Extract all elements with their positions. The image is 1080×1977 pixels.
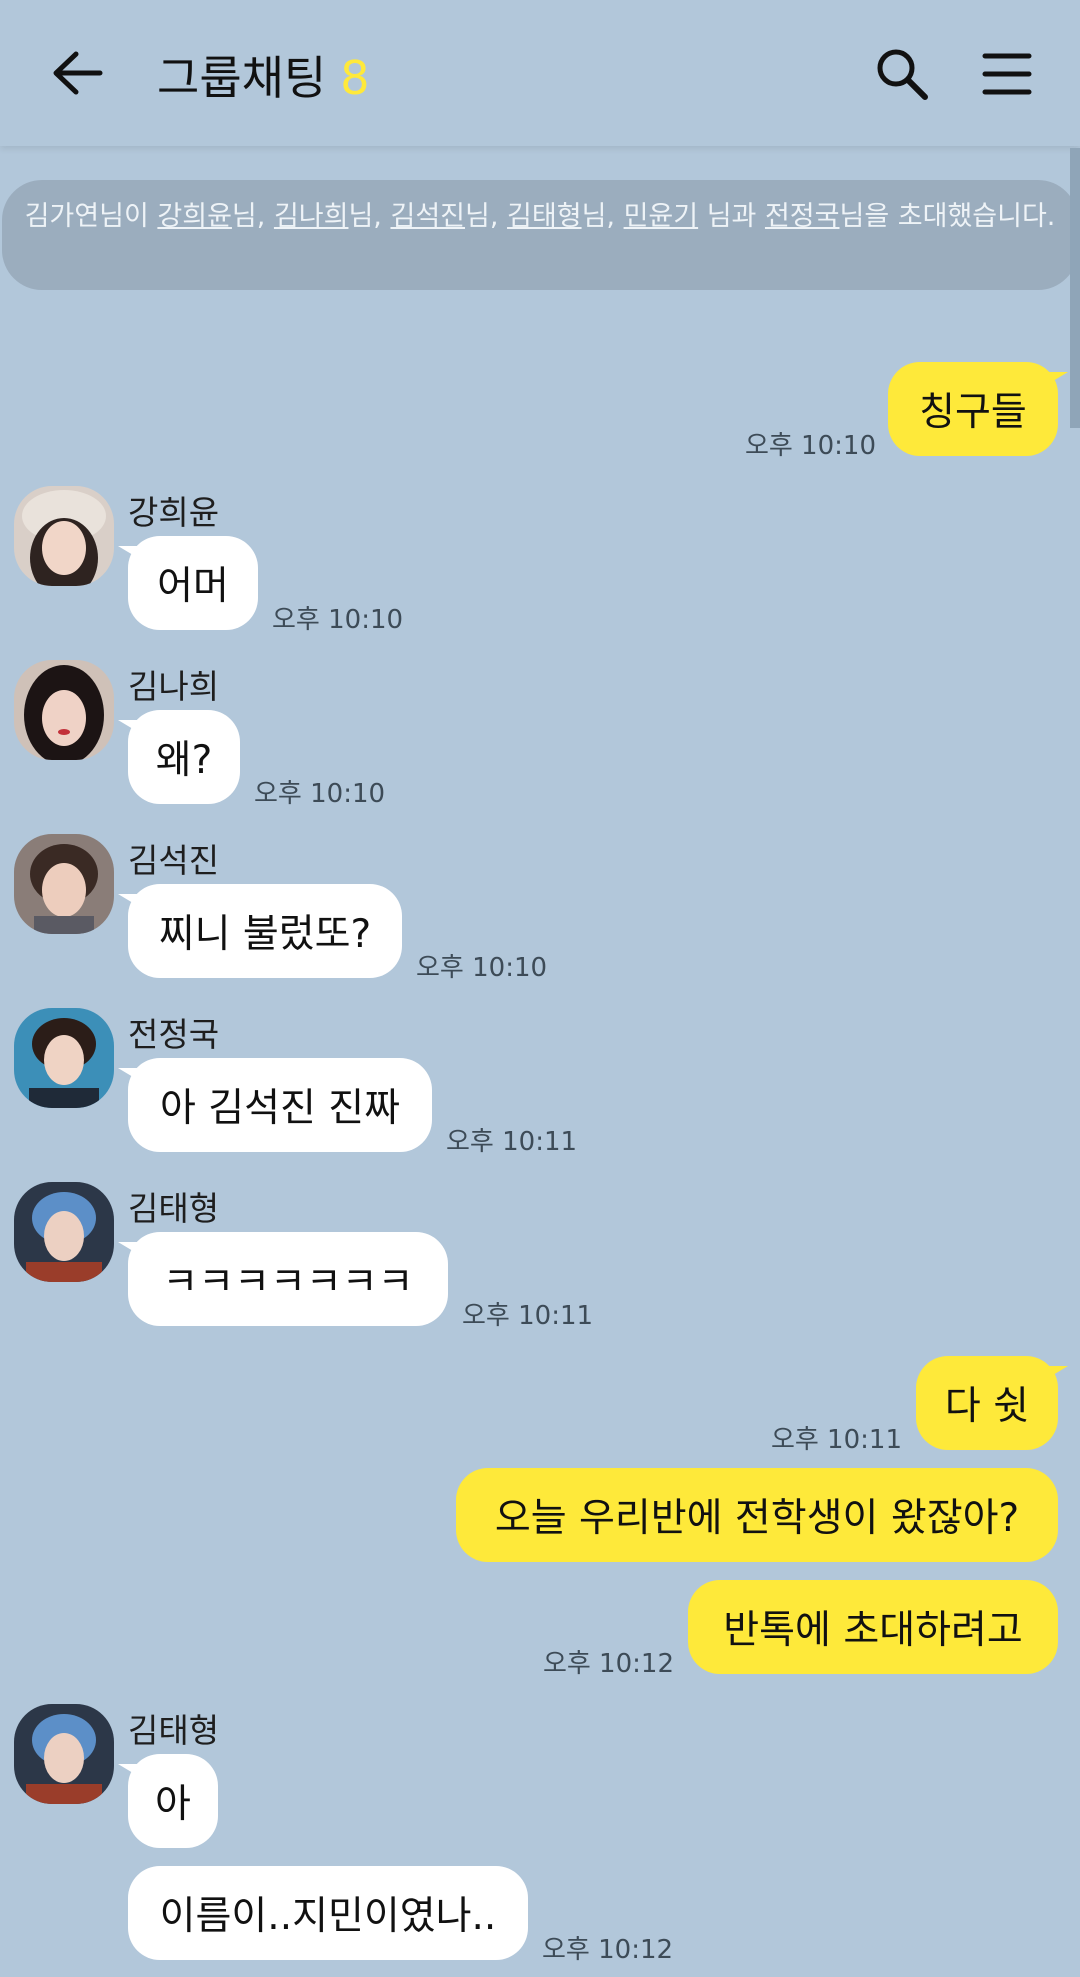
sender-name: 강희윤 (128, 493, 220, 532)
message-text: 왜? (155, 738, 213, 783)
message-bubble-incoming[interactable]: 찌니 불렀또? (118, 884, 402, 978)
notice-invitee-5[interactable]: 민윤기 (624, 201, 699, 232)
message-text: 찌니 불렀또? (158, 912, 372, 957)
message-time: 오후 10:11 (770, 1425, 902, 1455)
avatar[interactable] (14, 1008, 114, 1108)
message-text: 칭구들 (919, 390, 1027, 435)
notice-invitee-1[interactable]: 강희윤 (157, 201, 232, 232)
avatar[interactable] (14, 1182, 114, 1282)
notice-invitee-6[interactable]: 전정국 (765, 201, 840, 232)
message-bubble-incoming[interactable]: 이름이..지민이였나.. (128, 1866, 528, 1960)
message-bubble-incoming[interactable]: 왜? (118, 710, 240, 804)
back-arrow-icon[interactable] (50, 48, 104, 98)
message-text: 반톡에 초대하려고 (723, 1608, 1023, 1653)
sender-name: 김태형 (128, 1711, 220, 1750)
sender-name: 김나희 (128, 667, 220, 706)
chat-title: 그룹채팅 8 (157, 42, 370, 108)
message-bubble-outgoing[interactable]: 오늘 우리반에 전학생이 왔잖아? (456, 1468, 1058, 1562)
menu-icon[interactable] (982, 52, 1032, 96)
message-time: 오후 10:12 (542, 1935, 674, 1965)
notice-inviter: 김가연님이 (24, 201, 149, 232)
avatar[interactable] (14, 1704, 114, 1804)
sender-name: 전정국 (128, 1015, 220, 1054)
notice-invitee-2[interactable]: 김나희 (274, 201, 349, 232)
notice-invitee-4[interactable]: 김태형 (507, 201, 582, 232)
invite-notice: 김가연님이 강희윤님, 김나희님, 김석진님, 김태형님, 민윤기 님과 전정국… (2, 180, 1078, 290)
message-time: 오후 10:10 (416, 953, 548, 983)
sender-name: 김태형 (128, 1189, 220, 1228)
message-text: 다 쉿 (944, 1384, 1030, 1429)
member-count: 8 (340, 51, 370, 105)
message-text: 아 김석진 진짜 (159, 1086, 401, 1131)
message-bubble-incoming[interactable]: 어머 (118, 536, 258, 630)
scrollbar[interactable] (1070, 148, 1080, 428)
avatar[interactable] (14, 834, 114, 934)
message-bubble-incoming[interactable]: 아 (118, 1754, 218, 1848)
message-bubble-outgoing[interactable]: 다 쉿 (916, 1356, 1068, 1450)
message-bubble-outgoing[interactable]: 칭구들 (888, 362, 1068, 456)
sender-name: 김석진 (128, 841, 220, 880)
message-time: 오후 10:10 (744, 431, 876, 461)
message-bubble-incoming[interactable]: ㅋㅋㅋㅋㅋㅋㅋ (118, 1232, 448, 1326)
message-text: 이름이..지민이였나.. (159, 1894, 497, 1939)
message-text: 어머 (157, 564, 229, 609)
notice-suffix: 님을 초대했습니다. (839, 201, 1056, 232)
message-time: 오후 10:11 (462, 1301, 594, 1331)
message-time: 오후 10:10 (254, 779, 386, 809)
avatar[interactable] (14, 660, 114, 760)
chat-header: 그룹채팅 8 (0, 0, 1080, 146)
chat-title-text: 그룹채팅 (157, 51, 327, 105)
message-text: 아 (155, 1782, 191, 1827)
message-bubble-outgoing[interactable]: 반톡에 초대하려고 (688, 1580, 1058, 1674)
message-time: 오후 10:12 (542, 1649, 674, 1679)
message-text: ㅋㅋㅋㅋㅋㅋㅋ (162, 1260, 414, 1305)
message-bubble-incoming[interactable]: 아 김석진 진짜 (118, 1058, 432, 1152)
message-text: 오늘 우리반에 전학생이 왔잖아? (494, 1496, 1020, 1541)
search-icon[interactable] (874, 46, 930, 102)
notice-invitee-3[interactable]: 김석진 (390, 201, 465, 232)
avatar[interactable] (14, 486, 114, 586)
message-time: 오후 10:10 (272, 605, 404, 635)
message-time: 오후 10:11 (446, 1127, 578, 1157)
